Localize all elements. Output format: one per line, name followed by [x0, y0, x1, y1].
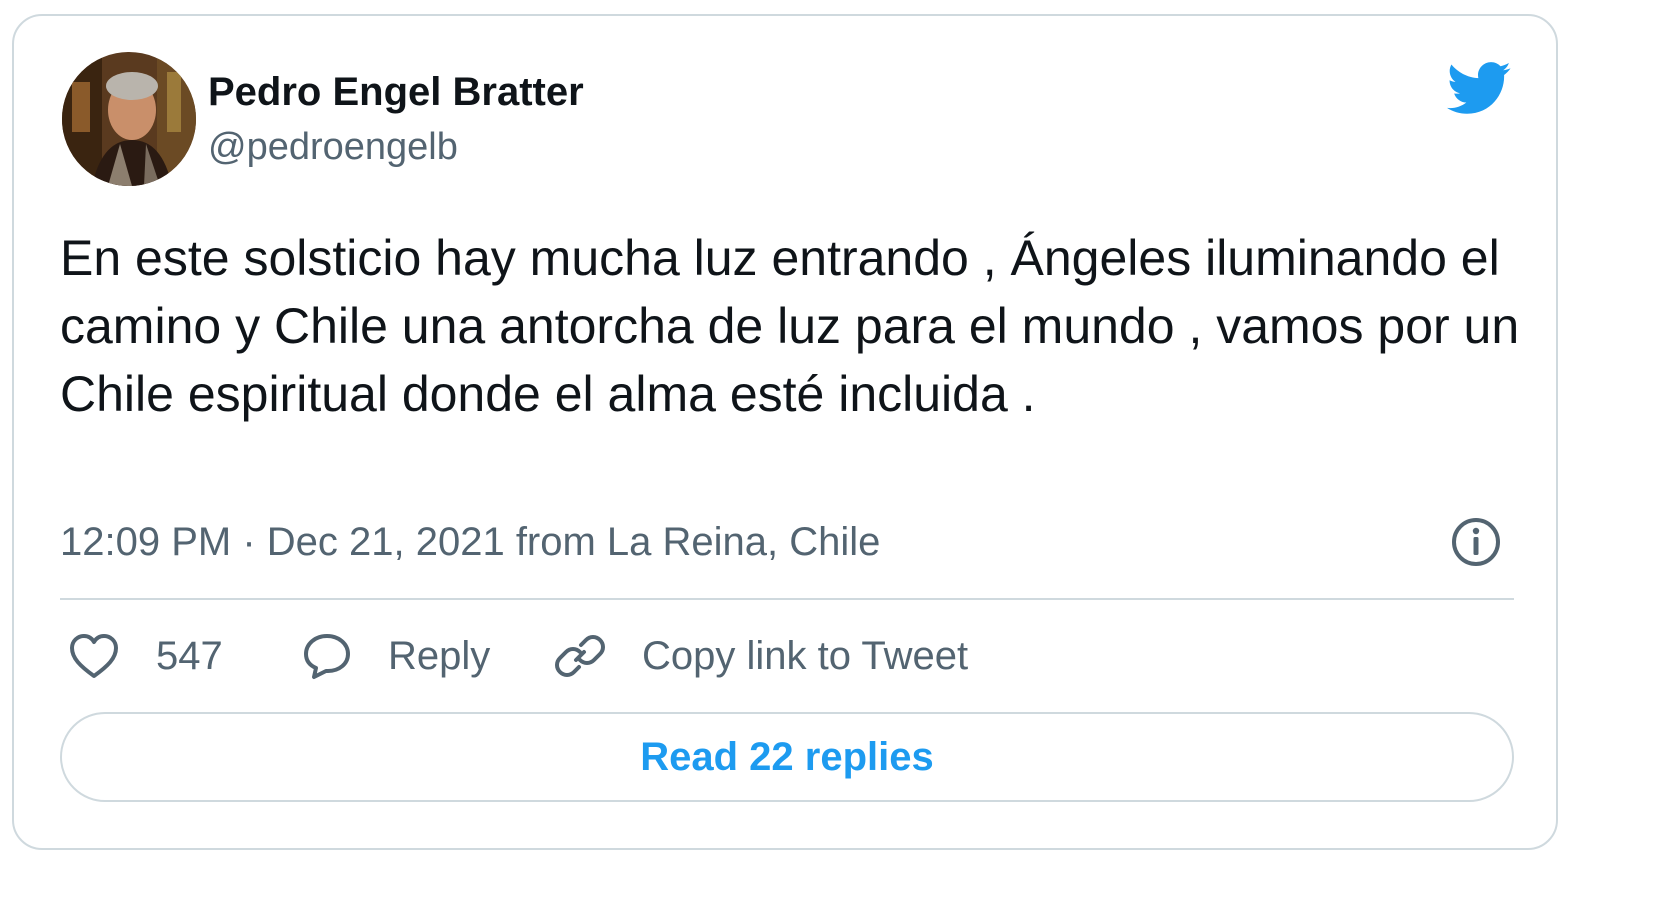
twitter-bird-icon[interactable] [1444, 60, 1512, 116]
tweet-timestamp-location[interactable]: 12:09 PM · Dec 21, 2021 from La Reina, C… [60, 518, 880, 566]
like-button[interactable]: 547 [68, 628, 223, 684]
avatar[interactable] [62, 52, 196, 186]
tweet-text: En este solsticio hay mucha luz entrando… [60, 230, 1520, 422]
heart-icon [70, 634, 118, 678]
tweet-card: Pedro Engel Bratter @pedroengelb En este… [12, 14, 1558, 850]
speech-bubble-icon [304, 634, 350, 679]
info-icon[interactable] [1450, 516, 1502, 568]
reply-button[interactable]: Reply [302, 628, 490, 684]
divider [60, 598, 1514, 600]
author-name[interactable]: Pedro Engel Bratter [208, 68, 584, 116]
copy-link-button[interactable]: Copy link to Tweet [554, 628, 968, 684]
avatar-image [62, 52, 196, 186]
author-handle[interactable]: @pedroengelb [208, 124, 458, 170]
reply-label: Reply [388, 633, 491, 678]
read-replies-button[interactable]: Read 22 replies [60, 712, 1514, 802]
like-count: 547 [156, 633, 223, 678]
copy-link-label: Copy link to Tweet [642, 633, 969, 678]
link-icon [555, 635, 605, 677]
